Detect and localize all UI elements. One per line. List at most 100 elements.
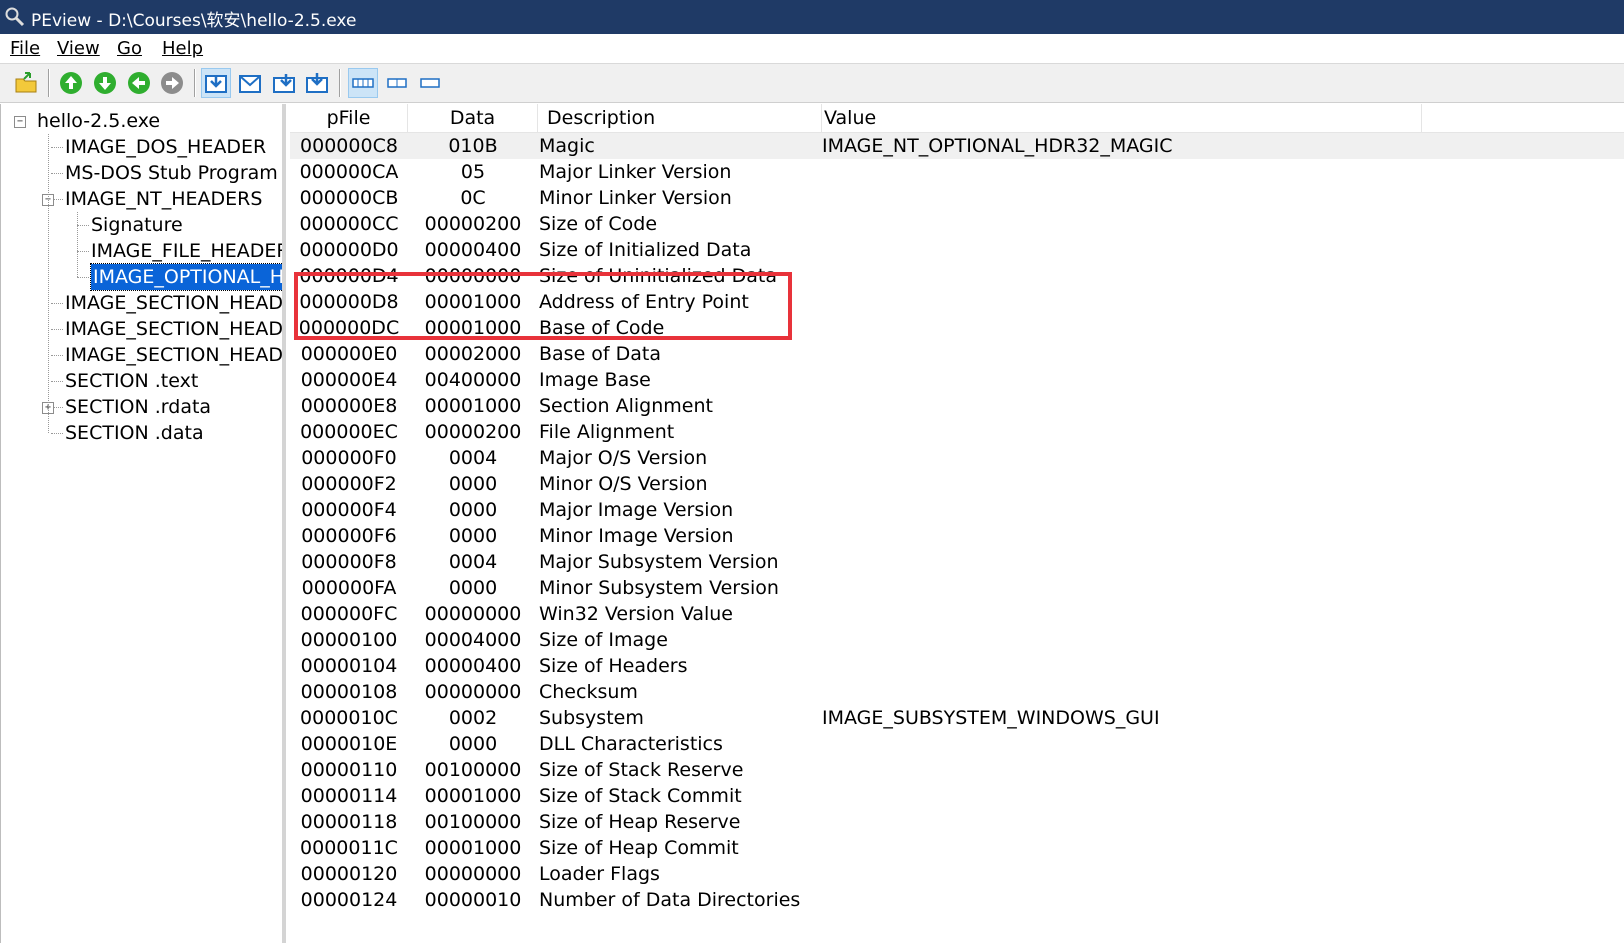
table-row[interactable]: 000000C8 010B Magic IMAGE_NT_OPTIONAL_HDR32… [290,133,1624,159]
table-row[interactable]: 000000E8 00001000 Section Alignment [290,393,1624,419]
cell-description: Base of Code [539,317,665,339]
column-pfile[interactable]: pFile [290,104,408,132]
open-folder-icon[interactable] [12,68,42,98]
column-value[interactable]: Value [822,104,1422,132]
table-row[interactable]: 0000011C 00001000 Size of Heap Commit [290,835,1624,861]
cell-description: Minor O/S Version [539,473,708,495]
table-row[interactable]: 000000CB 0C Minor Linker Version [290,185,1624,211]
layout-medium-icon[interactable] [382,68,412,98]
cell-data: 00001000 [424,837,522,859]
menu-help[interactable]: Help [162,38,203,59]
column-description[interactable]: Description [538,104,822,132]
view-word-icon[interactable] [235,68,265,98]
cell-pfile: 000000E8 [300,395,398,417]
tree-node[interactable]: IMAGE_SECTION_HEADER .rdata [65,316,282,342]
cell-data: 00001000 [424,395,522,417]
collapse-icon[interactable]: − [14,116,26,128]
menu-file[interactable]: File [10,38,40,59]
nav-down-icon[interactable] [90,68,120,98]
tree-node[interactable]: MS-DOS Stub Program [65,160,278,186]
view-dword-icon[interactable] [269,68,299,98]
table-row[interactable]: 00000104 00000400 Size of Headers [290,653,1624,679]
tree-node[interactable]: IMAGE_NT_HEADERS [65,186,262,212]
table-row[interactable]: 000000E0 00002000 Base of Data [290,341,1624,367]
cell-data: 00100000 [424,811,522,833]
nav-forward-icon[interactable] [157,68,187,98]
cell-description: Win32 Version Value [539,603,733,625]
layout-narrow-icon[interactable] [415,68,445,98]
table-row[interactable]: 0000010E 0000 DLL Characteristics [290,731,1624,757]
tree-node[interactable]: SECTION .data [65,420,204,446]
nav-up-icon[interactable] [56,68,86,98]
tree-node[interactable]: hello-2.5.exe [37,108,160,134]
cell-data: 0002 [448,707,498,729]
table-row[interactable]: 000000CC 00000200 Size of Code [290,211,1624,237]
cell-data: 0000 [448,525,498,547]
tree-node[interactable]: IMAGE_SECTION_HEADER .text [65,290,282,316]
table-row[interactable]: 00000114 00001000 Size of Stack Commit [290,783,1624,809]
cell-pfile: 000000E0 [300,343,398,365]
table-row[interactable]: 00000108 00000000 Checksum [290,679,1624,705]
cell-description: Major O/S Version [539,447,708,469]
cell-data: 00002000 [424,343,522,365]
nav-back-icon[interactable] [124,68,154,98]
table-row[interactable]: 000000F4 0000 Major Image Version [290,497,1624,523]
table-row[interactable]: 000000E4 00400000 Image Base [290,367,1624,393]
table-row[interactable]: 000000D8 00001000 Address of Entry Point [290,289,1624,315]
table-row[interactable]: 00000118 00100000 Size of Heap Reserve [290,809,1624,835]
view-byte-icon[interactable] [201,68,231,98]
table-row[interactable]: 00000120 00000000 Loader Flags [290,861,1624,887]
table-row[interactable]: 000000EC 00000200 File Alignment [290,419,1624,445]
table-row[interactable]: 000000CA 05 Major Linker Version [290,159,1624,185]
tree-node[interactable]: IMAGE_SECTION_HEADER .data [65,342,282,368]
table-row[interactable]: 000000FC 00000000 Win32 Version Value [290,601,1624,627]
cell-description: Minor Linker Version [539,187,732,209]
cell-data: 00000000 [424,603,522,625]
cell-description: Minor Subsystem Version [539,577,779,599]
cell-data: 00004000 [424,629,522,651]
cell-description: Minor Image Version [539,525,734,547]
tree-node[interactable]: IMAGE_OPTIONAL_HEADER [90,263,282,291]
cell-data: 0000 [448,577,498,599]
menu-view[interactable]: View [57,38,100,59]
menu-go[interactable]: Go [117,38,142,59]
tree-pane: hello-2.5.exe − IMAGE_DOS_HEADER MS-DOS Stu… [0,104,286,943]
tree-node[interactable]: Signature [91,212,183,238]
cell-pfile: 000000EC [300,421,398,443]
cell-data: 00000400 [424,655,522,677]
tree-node[interactable]: SECTION .text [65,368,198,394]
toolbar [0,64,1624,103]
table-row[interactable]: 000000F0 0004 Major O/S Version [290,445,1624,471]
view-details-icon[interactable] [302,68,332,98]
cell-data: 00000000 [424,681,522,703]
window-title: PEview - D:\Courses\软安\hello-2.5.exe [31,11,357,31]
table-row[interactable]: 00000100 00004000 Size of Image [290,627,1624,653]
table-row[interactable]: 00000110 00100000 Size of Stack Reserve [290,757,1624,783]
table-row[interactable]: 000000D4 00000000 Size of Uninitialized Da… [290,263,1624,289]
layout-wide-icon[interactable] [348,68,378,98]
cell-data: 00400000 [424,369,522,391]
table-row[interactable]: 000000DC 00001000 Base of Code [290,315,1624,341]
table-row[interactable]: 000000F8 0004 Major Subsystem Version [290,549,1624,575]
table-row[interactable]: 000000F6 0000 Minor Image Version [290,523,1624,549]
cell-description: Loader Flags [539,863,660,885]
cell-pfile: 00000104 [300,655,398,677]
table-row[interactable]: 000000D0 00000400 Size of Initialized Data [290,237,1624,263]
tree-node[interactable]: IMAGE_DOS_HEADER [65,134,266,160]
cell-description: Checksum [539,681,638,703]
table-row[interactable]: 000000FA 0000 Minor Subsystem Version [290,575,1624,601]
cell-pfile: 000000DC [298,317,400,339]
cell-pfile: 00000100 [300,629,398,651]
table-row[interactable]: 00000124 00000010 Number of Data Directori… [290,887,1624,913]
table-row[interactable]: 0000010C 0002 Subsystem IMAGE_SUBSYSTEM_WIN… [290,705,1624,731]
column-data[interactable]: Data [408,104,538,132]
tree-node[interactable]: SECTION .rdata [65,394,211,420]
cell-pfile: 000000FA [301,577,397,599]
cell-data: 00100000 [424,759,522,781]
cell-description: DLL Characteristics [539,733,723,755]
tree-node[interactable]: IMAGE_FILE_HEADER [91,238,282,264]
cell-data: 010B [448,135,498,157]
table-row[interactable]: 000000F2 0000 Minor O/S Version [290,471,1624,497]
cell-pfile: 000000F6 [301,525,397,547]
cell-data: 0000 [448,499,498,521]
